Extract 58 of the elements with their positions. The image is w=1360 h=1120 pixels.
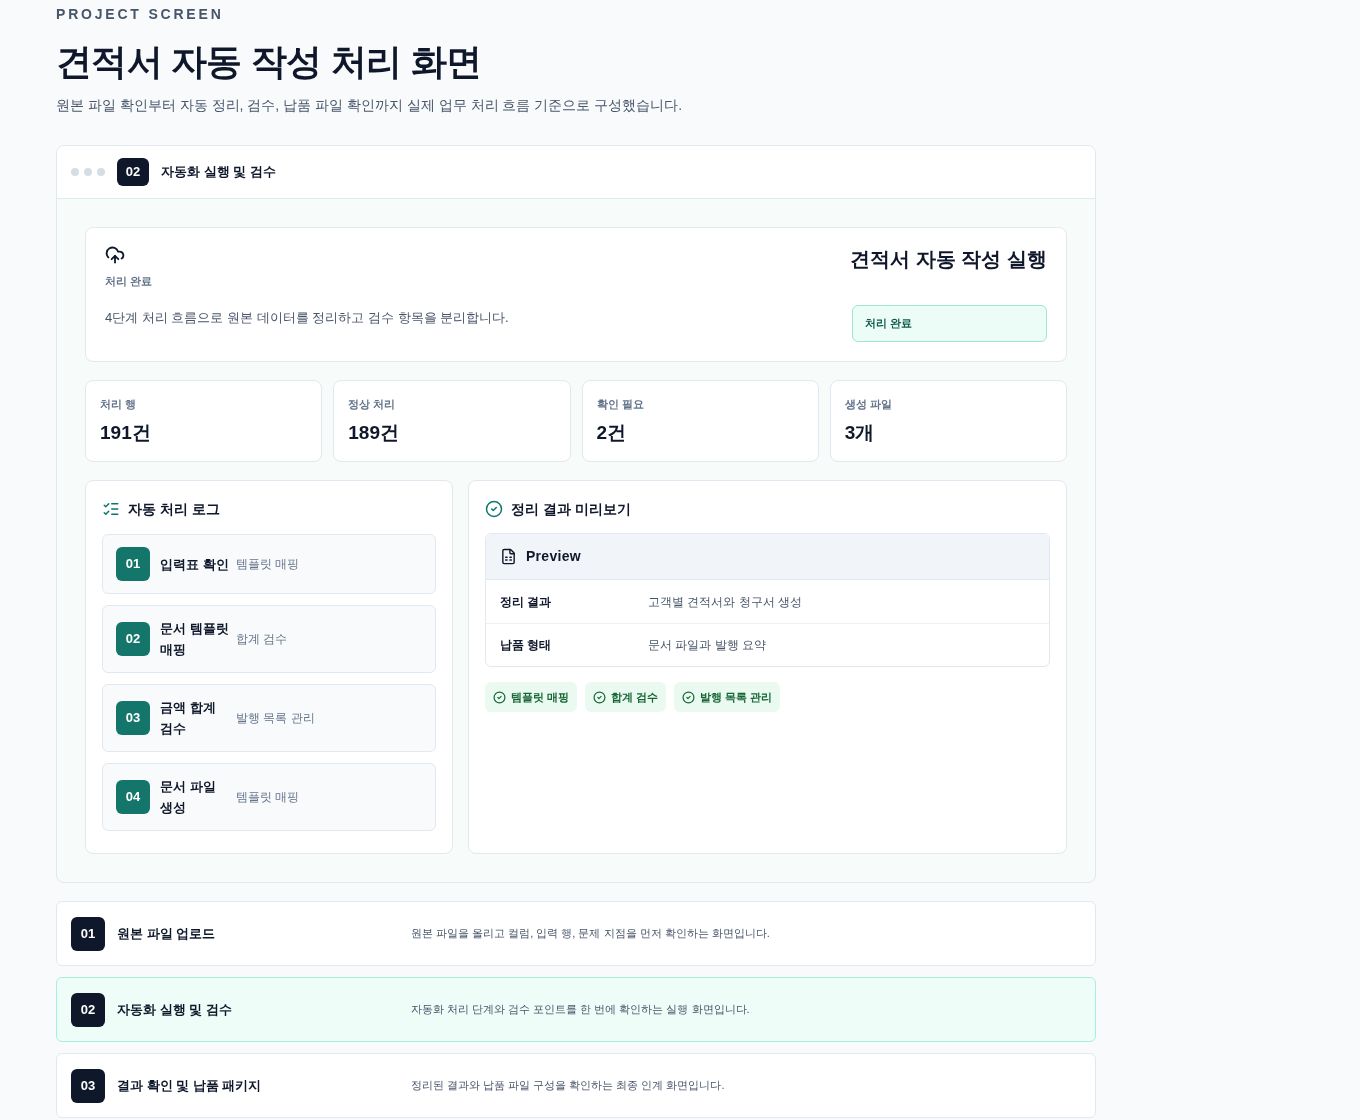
check-tag: 합계 검수 <box>585 682 667 712</box>
log-item-title: 금액 합계 검수 <box>160 699 217 738</box>
hero-description: 4단계 처리 흐름으로 원본 데이터를 정리하고 검수 항목을 분리합니다. <box>105 309 509 327</box>
check-tag: 발행 목록 관리 <box>674 682 781 712</box>
list-checks-icon <box>102 500 120 518</box>
step-badge: 01 <box>116 547 150 581</box>
stat-label: 정상 처리 <box>348 397 396 412</box>
screen-description: 원본 파일을 올리고 컬럼, 입력 행, 문제 지점을 먼저 확인하는 화면입니다. <box>411 926 770 942</box>
circle-check-icon <box>493 690 506 704</box>
screen-title: 결과 확인 및 납품 패키지 <box>117 1076 262 1095</box>
stat-value: 2건 <box>596 421 627 445</box>
step-badge: 02 <box>117 158 149 186</box>
screen-title: 자동화 실행 및 검수 <box>117 1000 232 1019</box>
stat-value: 3개 <box>844 421 875 445</box>
step-badge: 04 <box>116 780 150 814</box>
circle-check-icon <box>485 500 503 518</box>
eyebrow-label: PROJECT SCREEN <box>56 5 224 23</box>
status-pill: 처리 완료 <box>852 305 1047 342</box>
spreadsheet-file-icon <box>500 548 517 565</box>
step-badge: 03 <box>116 701 150 735</box>
hero-title: 견적서 자동 작성 실행 <box>850 247 1047 272</box>
row-label: 정리 결과 <box>500 593 553 611</box>
table-title: Preview <box>526 547 581 566</box>
stat-label: 처리 행 <box>100 397 137 412</box>
screen-row[interactable]: 03 결과 확인 및 납품 패키지 정리된 결과와 납품 파일 구성을 확인하는 최종 인계 화면입니다. <box>56 1053 1096 1118</box>
row-label: 납품 형태 <box>500 637 553 654</box>
stat-label: 확인 필요 <box>596 397 644 412</box>
circle-check-icon <box>593 690 607 704</box>
log-item-detail: 발행 목록 관리 <box>236 710 315 727</box>
status-label: 처리 완료 <box>105 274 153 289</box>
step-badge: 02 <box>116 622 150 656</box>
step-badge: 02 <box>71 992 105 1027</box>
log-item-title: 문서 파일 생성 <box>160 778 217 817</box>
screen-row[interactable]: 02 자동화 실행 및 검수 자동화 처리 단계와 검수 포인트를 한 번에 확인하는 실행 화면입니다. <box>56 977 1096 1042</box>
panel-title: 자동화 실행 및 검수 <box>161 163 276 182</box>
log-item-title: 문서 템플릿 매핑 <box>160 620 230 659</box>
check-tag: 템플릿 매핑 <box>485 682 578 712</box>
screen-title: 원본 파일 업로드 <box>117 924 216 943</box>
stat-value: 189건 <box>348 421 399 445</box>
log-item-detail: 템플릿 매핑 <box>236 556 300 573</box>
preview-title: 정리 결과 미리보기 <box>511 499 631 519</box>
screen-row[interactable]: 01 원본 파일 업로드 원본 파일을 올리고 컬럼, 입력 행, 문제 지점을 먼저 확인하는 화면입니다. <box>56 901 1096 966</box>
stat-value: 191건 <box>100 421 151 445</box>
log-title: 자동 처리 로그 <box>128 499 220 519</box>
step-badge: 01 <box>71 916 105 951</box>
screen-description: 정리된 결과와 납품 파일 구성을 확인하는 최종 인계 화면입니다. <box>411 1078 725 1094</box>
log-item-title: 입력표 확인 <box>160 555 230 574</box>
step-badge: 03 <box>71 1068 105 1103</box>
row-value: 고객별 견적서와 청구서 생성 <box>648 593 802 611</box>
screen-description: 자동화 처리 단계와 검수 포인트를 한 번에 확인하는 실행 화면입니다. <box>411 1002 750 1018</box>
log-item-detail: 템플릿 매핑 <box>236 789 300 806</box>
log-item-detail: 합계 검수 <box>236 631 288 648</box>
stat-label: 생성 파일 <box>844 397 892 412</box>
page-title: 견적서 자동 작성 처리 화면 <box>56 40 482 84</box>
page-subtitle: 원본 파일 확인부터 자동 정리, 검수, 납품 파일 확인까지 실제 업무 처리 흐름 기준으로 구성했습니다. <box>56 96 683 115</box>
row-value: 문서 파일과 발행 요약 <box>648 637 766 654</box>
circle-check-icon <box>682 690 696 704</box>
cloud-upload-icon <box>105 245 125 265</box>
